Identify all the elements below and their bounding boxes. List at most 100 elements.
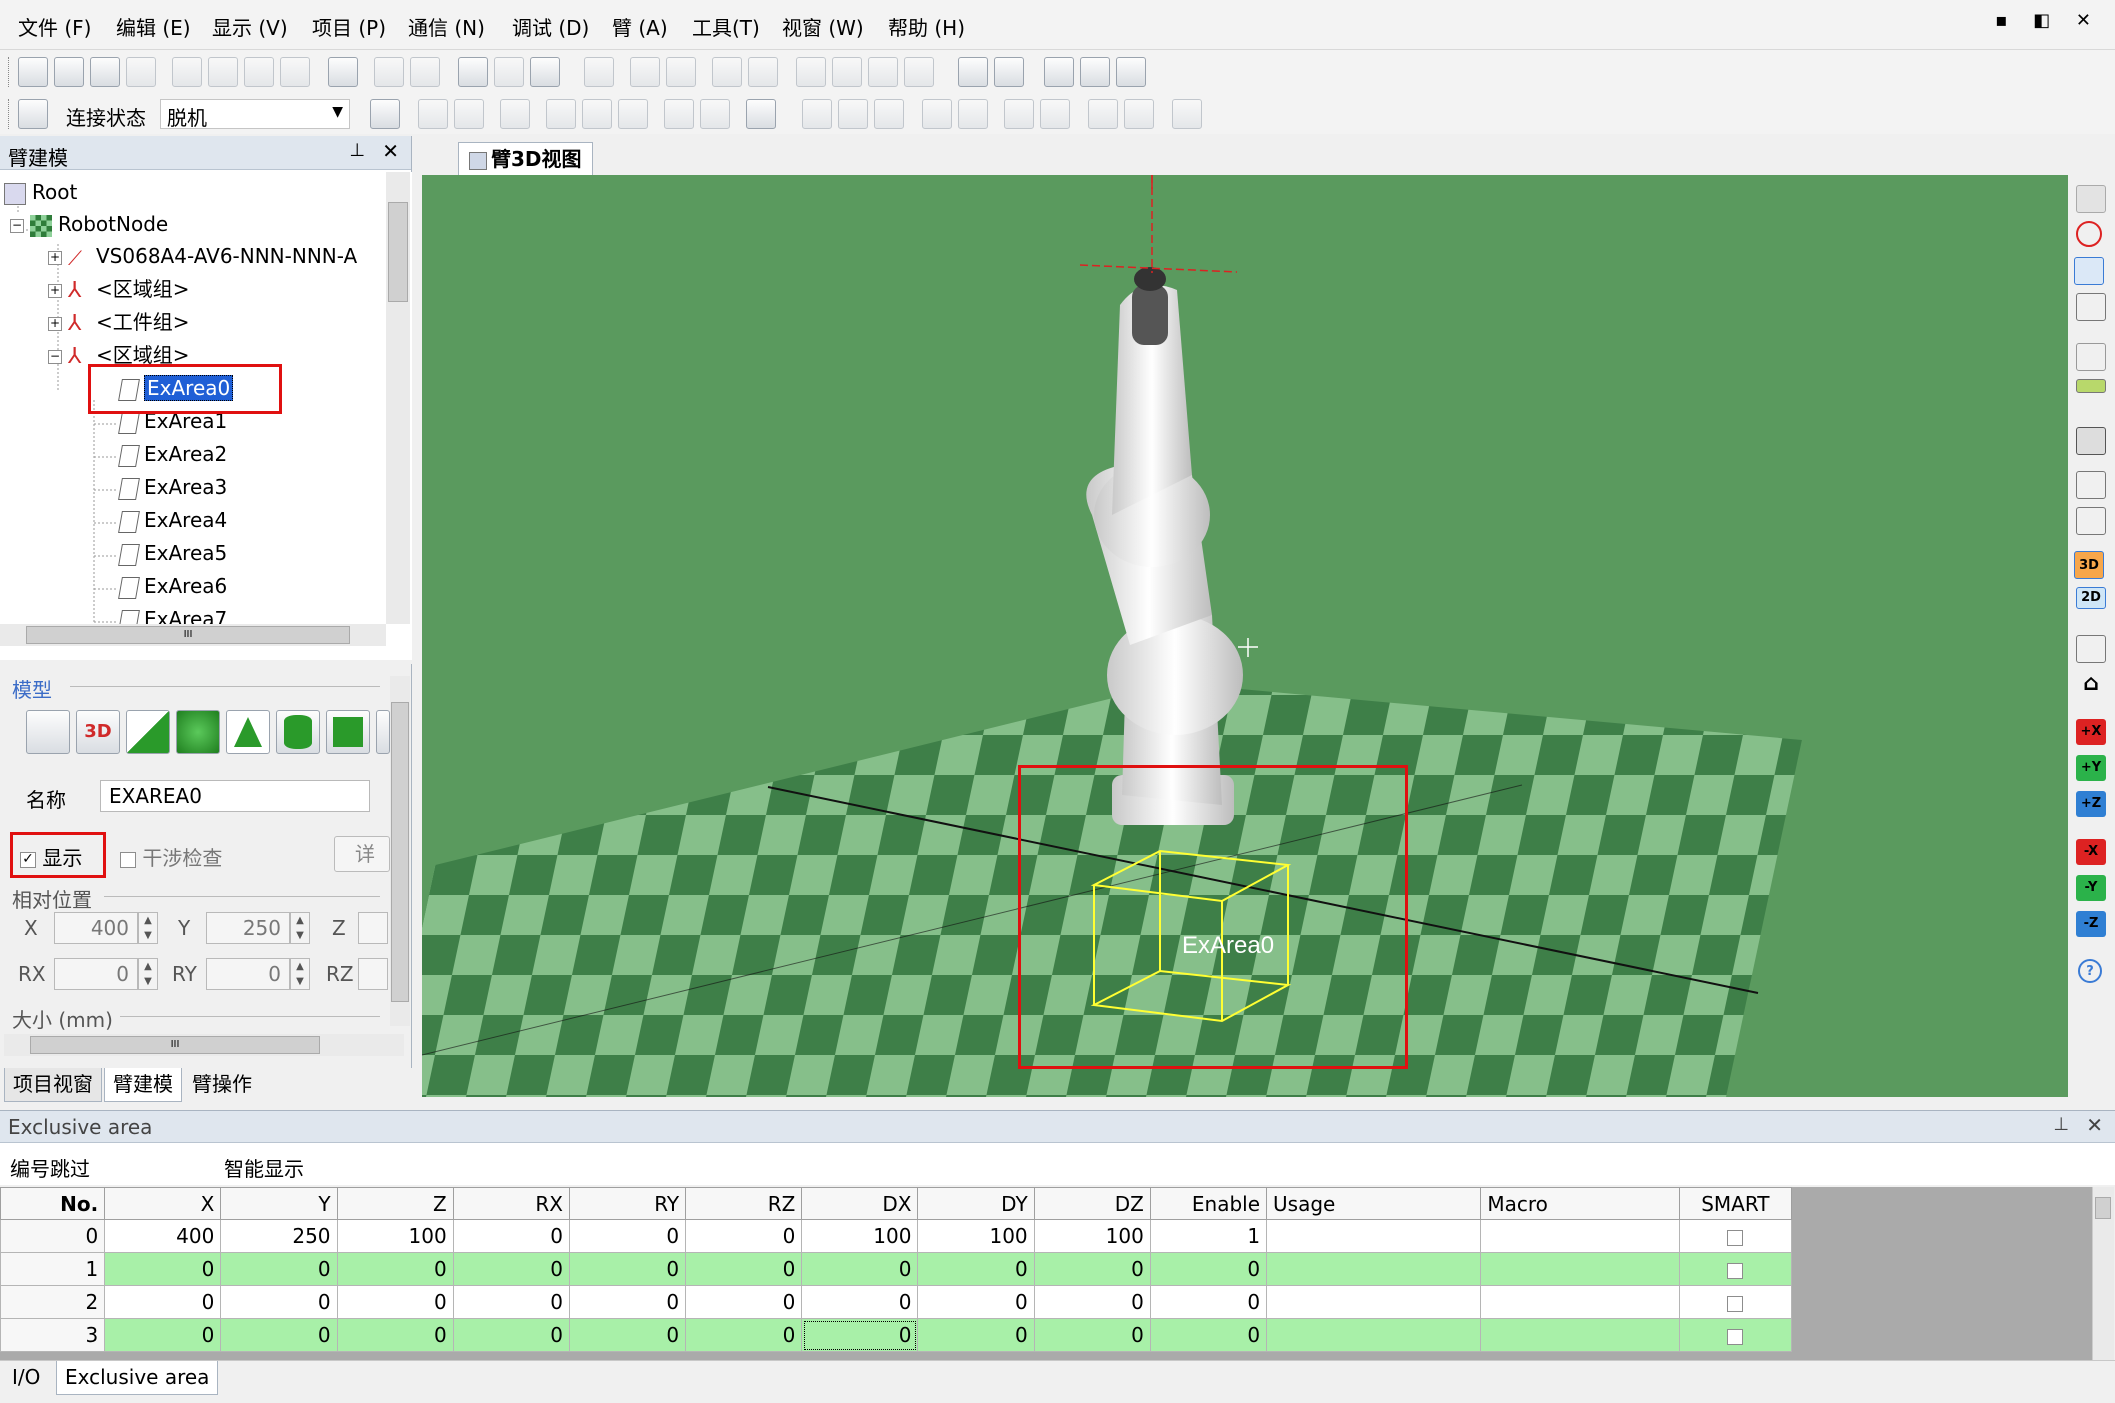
minus-z-view-button[interactable]: -Z: [2076, 911, 2106, 937]
cell-macro[interactable]: [1480, 1252, 1680, 1286]
rotate-icon[interactable]: [2076, 185, 2106, 213]
cursor-icon[interactable]: [500, 99, 530, 129]
col-header[interactable]: Macro: [1480, 1187, 1680, 1220]
new-program-icon[interactable]: [458, 57, 488, 87]
cell-no[interactable]: 2: [0, 1285, 106, 1319]
tree-area-item[interactable]: ExArea2: [118, 438, 227, 470]
motor-off-icon[interactable]: [838, 99, 868, 129]
cell-macro[interactable]: [1480, 1318, 1680, 1352]
cell-dz[interactable]: 0: [1033, 1285, 1151, 1319]
pin-icon[interactable]: ⊥: [2053, 1114, 2069, 1135]
cell-smart[interactable]: [1678, 1219, 1793, 1253]
cell-dy[interactable]: 0: [917, 1285, 1035, 1319]
bookmark-next-icon[interactable]: [832, 57, 862, 87]
clip-icon[interactable]: [2076, 471, 2106, 499]
cell-rx[interactable]: 0: [452, 1252, 570, 1286]
tree-area-group[interactable]: + ⅄ <区域组>: [48, 273, 190, 305]
variables-icon[interactable]: [958, 57, 988, 87]
cell-no[interactable]: 0: [0, 1219, 106, 1253]
smart-display-toggle[interactable]: 智能显示: [224, 1153, 304, 1182]
log-clear-icon[interactable]: [1040, 99, 1070, 129]
table-row[interactable]: 2 0 0 0 0 0 0 0 0 0 0: [0, 1285, 1793, 1319]
expand-icon[interactable]: +: [48, 283, 62, 298]
orbit-icon[interactable]: [2074, 257, 2104, 285]
cell-rx[interactable]: 0: [452, 1285, 570, 1319]
cell-dy[interactable]: 0: [917, 1252, 1035, 1286]
io-out-icon[interactable]: [958, 99, 988, 129]
cell-rx[interactable]: 0: [452, 1318, 570, 1352]
step-over-icon[interactable]: [582, 99, 612, 129]
skip-number-toggle[interactable]: 编号跳过: [10, 1153, 90, 1182]
floor-icon[interactable]: [2076, 635, 2106, 663]
connect-icon[interactable]: [18, 99, 48, 129]
tree-work-group[interactable]: + ⅄ <工件组>: [48, 306, 190, 338]
io-icon[interactable]: [922, 99, 952, 129]
tree-robotnode[interactable]: − RobotNode: [10, 208, 168, 240]
cell-dy[interactable]: 0: [917, 1318, 1035, 1352]
cell-ry[interactable]: 0: [568, 1252, 687, 1286]
cell-dz[interactable]: 0: [1033, 1252, 1151, 1286]
cut-icon[interactable]: [172, 57, 202, 87]
cell-y[interactable]: 250: [220, 1219, 338, 1253]
cone-icon[interactable]: [226, 710, 270, 754]
motor-status-icon[interactable]: [874, 99, 904, 129]
expand-icon[interactable]: +: [48, 250, 62, 265]
cell-rz[interactable]: 0: [685, 1252, 803, 1286]
checkbox-icon[interactable]: [1727, 1262, 1744, 1279]
ruler-icon[interactable]: [2076, 379, 2106, 393]
menu-edit[interactable]: 编辑 (E): [116, 12, 191, 41]
step-back-icon[interactable]: [618, 99, 648, 129]
bookmark-clear-icon[interactable]: [904, 57, 934, 87]
col-header[interactable]: No.: [0, 1187, 106, 1220]
cell-x[interactable]: 0: [104, 1318, 222, 1352]
table-vscrollbar[interactable]: [2092, 1187, 2114, 1371]
expand-icon[interactable]: +: [48, 316, 62, 331]
menu-help[interactable]: 帮助 (H): [888, 12, 965, 41]
rz-field[interactable]: [358, 958, 388, 990]
connection-select[interactable]: 脱机 ▼: [160, 99, 350, 130]
bookmark-icon[interactable]: [796, 57, 826, 87]
close-icon[interactable]: ✕: [2086, 1113, 2103, 1137]
cell-smart[interactable]: [1678, 1318, 1793, 1352]
cell-y[interactable]: 0: [220, 1285, 338, 1319]
robot-icon[interactable]: [1044, 57, 1074, 87]
tree-vscrollbar[interactable]: [386, 172, 410, 624]
no-entry-icon[interactable]: [2076, 221, 2102, 247]
cell-ry[interactable]: 0: [568, 1318, 687, 1352]
redo-icon[interactable]: [410, 57, 440, 87]
plus-x-view-button[interactable]: +X: [2076, 719, 2106, 745]
props-vscrollbar[interactable]: [390, 676, 410, 1026]
rx-spinner[interactable]: ▲ ▼: [138, 958, 158, 990]
tab-arm-operation[interactable]: 臂操作: [184, 1068, 260, 1102]
tab-exclusive-area[interactable]: Exclusive area: [56, 1361, 219, 1395]
camera-icon[interactable]: [2076, 427, 2106, 455]
tab-arm-modeling[interactable]: 臂建模: [104, 1068, 182, 1102]
cell-macro[interactable]: [1480, 1219, 1680, 1253]
col-header[interactable]: RY: [568, 1187, 687, 1220]
col-header[interactable]: DZ: [1033, 1187, 1151, 1220]
tab-project-view[interactable]: 项目视窗: [4, 1068, 102, 1102]
help-icon[interactable]: ?: [2078, 959, 2102, 983]
props-hscrollbar[interactable]: III: [4, 1034, 404, 1056]
table-icon[interactable]: [994, 57, 1024, 87]
cell-z[interactable]: 100: [336, 1219, 454, 1253]
pin-icon[interactable]: ⊥: [349, 140, 365, 161]
cell-y[interactable]: 0: [220, 1318, 338, 1352]
axis-tool-icon[interactable]: [26, 710, 70, 754]
cell-rz[interactable]: 0: [685, 1285, 803, 1319]
menu-window[interactable]: 视窗 (W): [782, 12, 864, 41]
col-header[interactable]: DX: [801, 1187, 919, 1220]
cell-enable[interactable]: 0: [1149, 1252, 1268, 1286]
save-all-icon[interactable]: [90, 57, 120, 87]
monitor-icon[interactable]: [1088, 99, 1118, 129]
scroll-thumb[interactable]: [2095, 1197, 2111, 1219]
cell-ry[interactable]: 0: [568, 1285, 687, 1319]
col-header[interactable]: Enable: [1149, 1187, 1268, 1220]
menu-view[interactable]: 显示 (V): [212, 12, 288, 41]
new-icon[interactable]: [18, 57, 48, 87]
bookmark-prev-icon[interactable]: [868, 57, 898, 87]
cell-x[interactable]: 400: [104, 1219, 222, 1253]
rx-field[interactable]: 0: [54, 958, 138, 990]
menu-project[interactable]: 项目 (P): [312, 12, 386, 41]
cell-ry[interactable]: 0: [568, 1219, 687, 1253]
